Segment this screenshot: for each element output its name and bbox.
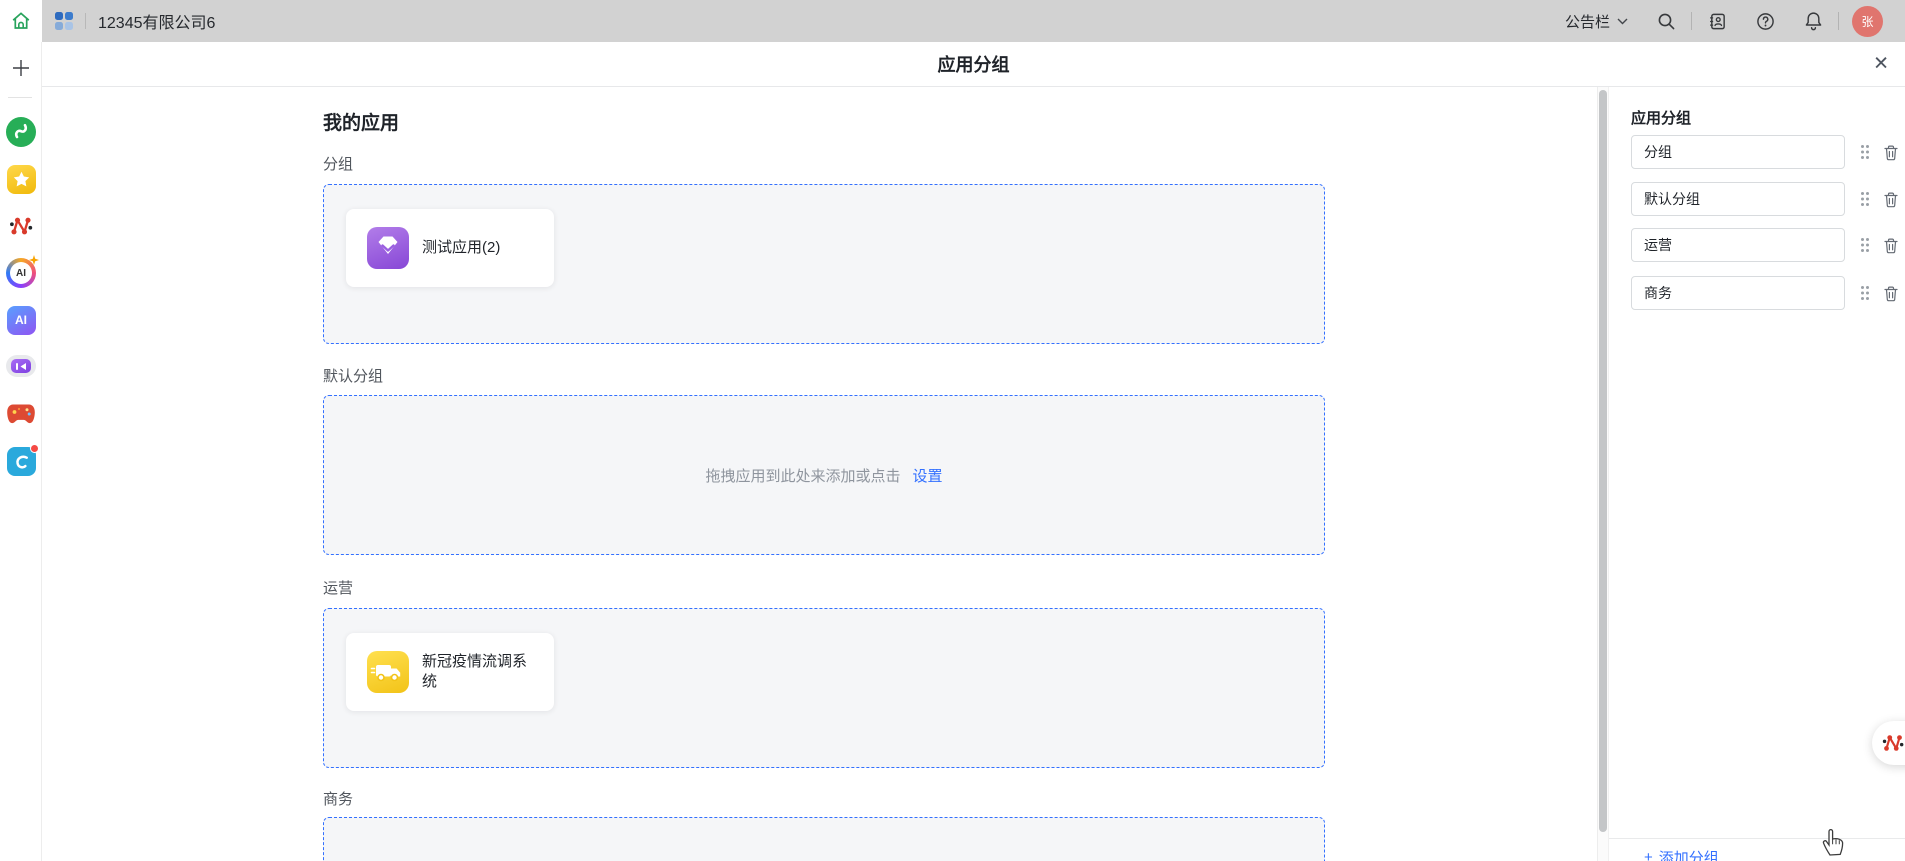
hint-text: 拖拽应用到此处来添加或点击 [705,465,900,486]
group-name-input[interactable] [1631,228,1845,262]
workspace-logo-icon[interactable] [55,12,73,30]
main-content: 我的应用 分组 测试应用(2) 默认分组 拖拽应用到此处来添加或点击 设置 [42,87,1598,861]
group-row [1631,135,1899,169]
app-card-name: 测试应用(2) [422,238,500,258]
panel-footer-divider [1609,838,1905,839]
search-icon[interactable] [1654,9,1678,33]
home-button[interactable] [0,0,42,42]
drag-handle-icon[interactable] [1860,285,1870,301]
group-name-input[interactable] [1631,182,1845,216]
group-label: 商务 [323,788,1598,809]
page-title-bar: 应用分组 ✕ [42,42,1905,87]
cyan-app-icon [7,447,36,476]
company-name: 12345有限公司6 [98,9,215,33]
drag-handle-icon[interactable] [1860,144,1870,160]
add-app-button[interactable] [0,54,42,82]
group-label: 运营 [323,577,1598,598]
app-icon-star[interactable] [6,164,36,194]
truck-yellow-icon [367,651,409,693]
top-bar: 12345有限公司6 公告栏 [42,0,1905,42]
recorder-icon [6,355,36,377]
app-card-name: 新冠疫情流调系统 [422,652,540,692]
group-name-input[interactable] [1631,135,1845,169]
group-dropzone[interactable] [323,817,1325,861]
close-icon[interactable]: ✕ [1873,55,1889,74]
app-icon-ai-ring[interactable]: AI [6,258,36,288]
drag-handle-icon[interactable] [1860,237,1870,253]
panel-title: 应用分组 [1631,107,1691,128]
page-title: 应用分组 [938,51,1010,77]
add-group-button[interactable]: + 添加分组 [1644,847,1719,861]
delete-group-icon[interactable] [1883,285,1899,302]
group-name-input[interactable] [1631,276,1845,310]
app-icon-ai-square[interactable]: AI [6,305,36,335]
section-heading: 我的应用 [323,108,1598,135]
group-manager-panel: 应用分组 [1608,87,1905,861]
announcement-label: 公告栏 [1565,11,1610,32]
delete-group-icon[interactable] [1883,237,1899,254]
ai-ring-icon: AI [6,258,36,288]
group-label: 分组 [323,153,1598,174]
sidebar-divider [8,97,32,98]
star-icon [7,165,36,194]
group-dropzone[interactable]: 测试应用(2) [323,184,1325,344]
announcement-dropdown[interactable]: 公告栏 [1565,11,1628,32]
group-row [1631,228,1899,262]
topbar-separator [85,13,86,29]
app-icon-red-graph[interactable] [6,211,36,241]
dropzone-empty-hint: 拖拽应用到此处来添加或点击 设置 [324,396,1324,554]
notification-dot [30,444,39,453]
avatar[interactable]: 张 [1852,6,1883,37]
app-dock-sidebar: AI AI [0,0,42,861]
add-group-label: 添加分组 [1659,847,1719,861]
home-icon [10,10,32,32]
topbar-divider [1691,12,1692,30]
delete-group-icon[interactable] [1883,144,1899,161]
group-row [1631,182,1899,216]
group-dropzone[interactable]: 新冠疫情流调系统 [323,608,1325,768]
green-swirl-icon [6,117,36,147]
app-icon-green-swirl[interactable] [6,117,36,147]
contacts-icon[interactable] [1705,9,1729,33]
topbar-actions: 公告栏 [1565,6,1905,37]
plus-icon: + [1644,849,1653,861]
app-icon-recorder[interactable] [6,351,36,381]
chevron-down-icon [1617,18,1628,25]
app-icon-cyan[interactable] [6,446,36,476]
group-label: 默认分组 [323,365,1598,386]
notification-bell-icon[interactable] [1801,9,1825,33]
ai-square-icon: AI [7,306,36,335]
group-dropzone[interactable]: 拖拽应用到此处来添加或点击 设置 [323,395,1325,555]
red-graph-icon [7,212,35,240]
settings-link[interactable]: 设置 [913,465,943,486]
gamepad-icon [6,403,36,425]
group-row [1631,276,1899,310]
app-card[interactable]: 新冠疫情流调系统 [346,633,554,711]
scrollbar-thumb[interactable] [1599,90,1607,832]
plus-icon [11,58,31,78]
topbar-divider [1838,12,1839,30]
delete-group-icon[interactable] [1883,191,1899,208]
red-graph-icon [1880,730,1905,756]
drag-handle-icon[interactable] [1860,191,1870,207]
scrollbar [1597,87,1608,861]
app-card[interactable]: 测试应用(2) [346,209,554,287]
app-icon-gamepad[interactable] [6,399,36,429]
help-icon[interactable] [1753,9,1777,33]
app-root: AI AI [0,0,1905,861]
gem-purple-icon [367,227,409,269]
